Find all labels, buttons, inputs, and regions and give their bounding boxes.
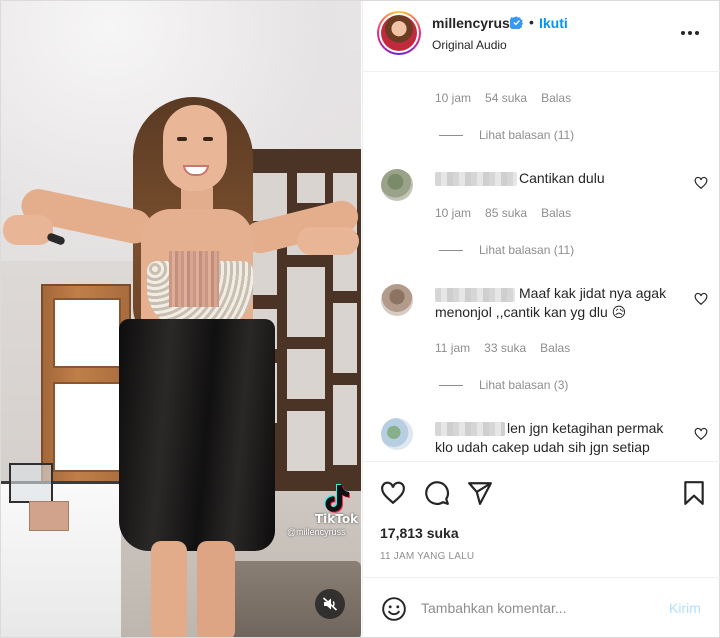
comment-time: 10 jam bbox=[435, 91, 472, 105]
mute-toggle-button[interactable] bbox=[315, 589, 345, 619]
share-icon[interactable] bbox=[467, 480, 493, 506]
post-timestamp: 11 JAM YANG LALU bbox=[380, 551, 475, 562]
comment-username-blurred[interactable] bbox=[435, 288, 515, 302]
comment-avatar[interactable] bbox=[381, 284, 413, 316]
censor-blur bbox=[169, 251, 219, 307]
scene-door bbox=[41, 284, 131, 484]
post-actions: 17,813 suka 11 JAM YANG LALU bbox=[363, 461, 720, 571]
comment-text-line-1: len jgn ketagihan permak bbox=[507, 420, 664, 436]
comment-text: Cantikan dulu bbox=[519, 170, 605, 186]
person-dress bbox=[119, 319, 275, 551]
person-right-leg bbox=[197, 541, 235, 637]
person-left-leg bbox=[151, 541, 187, 637]
post-header: millencyrus • Ikuti Original Audio bbox=[363, 1, 720, 72]
comments-list[interactable]: 10 jam 54 suka Balas Lihat balasan (11) … bbox=[363, 73, 720, 461]
scene-box bbox=[29, 501, 69, 531]
comment-reply-button[interactable]: Balas bbox=[541, 91, 571, 105]
tiktok-logo-icon bbox=[324, 484, 350, 513]
comment-text-line-2: menonjol ,,cantik kan yg dlu 😥 bbox=[435, 304, 627, 320]
follow-button[interactable]: Ikuti bbox=[539, 15, 568, 31]
post-video[interactable]: TikTok @millencyruss bbox=[1, 1, 361, 637]
verified-badge-icon bbox=[510, 16, 523, 29]
bookmark-icon[interactable] bbox=[681, 480, 707, 506]
view-replies-button[interactable]: Lihat balasan (11) bbox=[439, 128, 574, 142]
person-left-hand bbox=[3, 215, 53, 245]
comment-like-heart-icon[interactable] bbox=[694, 176, 708, 190]
view-replies-button[interactable]: Lihat balasan (11) bbox=[439, 243, 574, 257]
tiktok-watermark-text: TikTok bbox=[315, 512, 359, 526]
comment-meta: 10 jam 85 suka Balas bbox=[435, 206, 571, 220]
comment-input[interactable] bbox=[421, 592, 651, 624]
audio-link[interactable]: Original Audio bbox=[432, 38, 507, 52]
comment-meta: 11 jam 33 suka Balas bbox=[435, 341, 570, 355]
comment-avatar[interactable] bbox=[381, 418, 413, 450]
comment-like-heart-icon[interactable] bbox=[694, 292, 708, 306]
comment-likes[interactable]: 54 suka bbox=[485, 91, 527, 105]
emoji-icon[interactable] bbox=[381, 596, 407, 622]
comment-username-blurred[interactable] bbox=[435, 172, 517, 186]
view-replies-button[interactable]: Lihat balasan (3) bbox=[439, 378, 568, 392]
comment-likes[interactable]: 33 suka bbox=[484, 341, 526, 355]
more-options-icon[interactable] bbox=[681, 25, 703, 41]
likes-count[interactable]: 17,813 suka bbox=[380, 525, 459, 541]
comment-username-blurred[interactable] bbox=[435, 422, 505, 436]
muted-speaker-icon bbox=[322, 597, 338, 611]
comment-reply-button[interactable]: Balas bbox=[540, 341, 570, 355]
comment-time: 11 jam bbox=[435, 341, 471, 355]
comment-time: 10 jam bbox=[435, 206, 472, 220]
scene-glass-case bbox=[9, 463, 53, 503]
comment-meta: 10 jam 54 suka Balas bbox=[435, 91, 571, 105]
person-right-hand bbox=[297, 227, 359, 255]
comment-composer: Kirim bbox=[363, 577, 720, 637]
author-avatar[interactable] bbox=[377, 11, 421, 55]
post-comment-button[interactable]: Kirim bbox=[669, 600, 701, 616]
comment-text-line-2: klo udah cakep udah sih jgn setiap bbox=[435, 439, 650, 455]
author-username[interactable]: millencyrus bbox=[432, 15, 510, 31]
header-separator: • bbox=[529, 14, 534, 30]
comment-reply-button[interactable]: Balas bbox=[541, 206, 571, 220]
comment-avatar[interactable] bbox=[381, 169, 413, 201]
comment-likes[interactable]: 85 suka bbox=[485, 206, 527, 220]
comment-icon[interactable] bbox=[424, 480, 450, 506]
heart-icon[interactable] bbox=[380, 480, 406, 506]
comment-like-heart-icon[interactable] bbox=[694, 427, 708, 441]
post-sidebar: millencyrus • Ikuti Original Audio 10 ja… bbox=[362, 1, 720, 637]
comment-text-line-1: Maaf kak jidat nya agak bbox=[519, 285, 667, 301]
tiktok-watermark-handle: @millencyruss bbox=[287, 527, 346, 537]
person-face bbox=[163, 105, 227, 191]
